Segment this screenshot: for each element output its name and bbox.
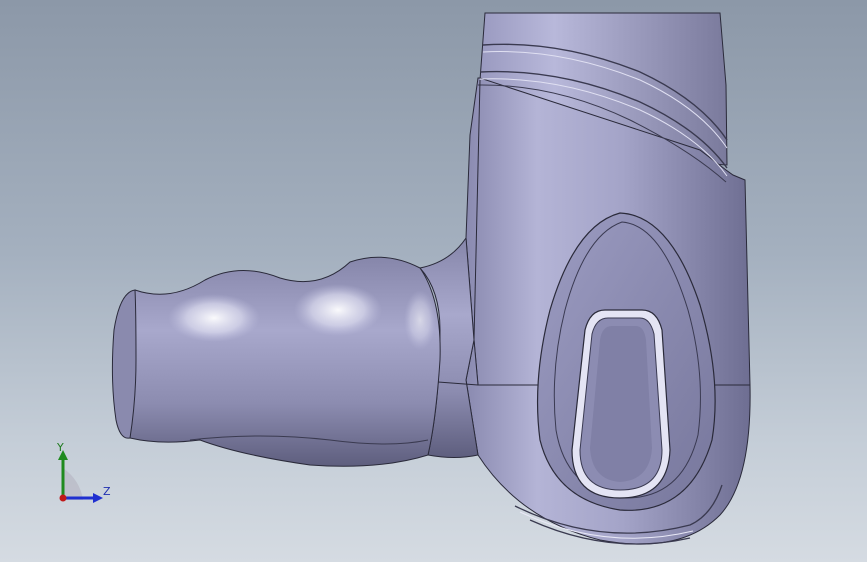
- handle-highlight-1: [168, 294, 260, 342]
- coordinate-triad: Y Z: [48, 440, 118, 510]
- part-model[interactable]: [0, 0, 867, 562]
- handle-highlight-2: [294, 284, 382, 336]
- handle-end: [111, 289, 137, 439]
- origin-marker: [59, 494, 67, 502]
- triad-plane: [63, 468, 83, 500]
- slot-floor: [590, 326, 652, 482]
- z-axis-label: Z: [103, 485, 111, 498]
- handle-highlight-3: [404, 290, 436, 350]
- graphics-viewport[interactable]: Y Z: [0, 0, 867, 562]
- handle-body: [120, 256, 441, 467]
- z-axis-arrow: [93, 493, 103, 503]
- y-axis-label: Y: [57, 441, 64, 454]
